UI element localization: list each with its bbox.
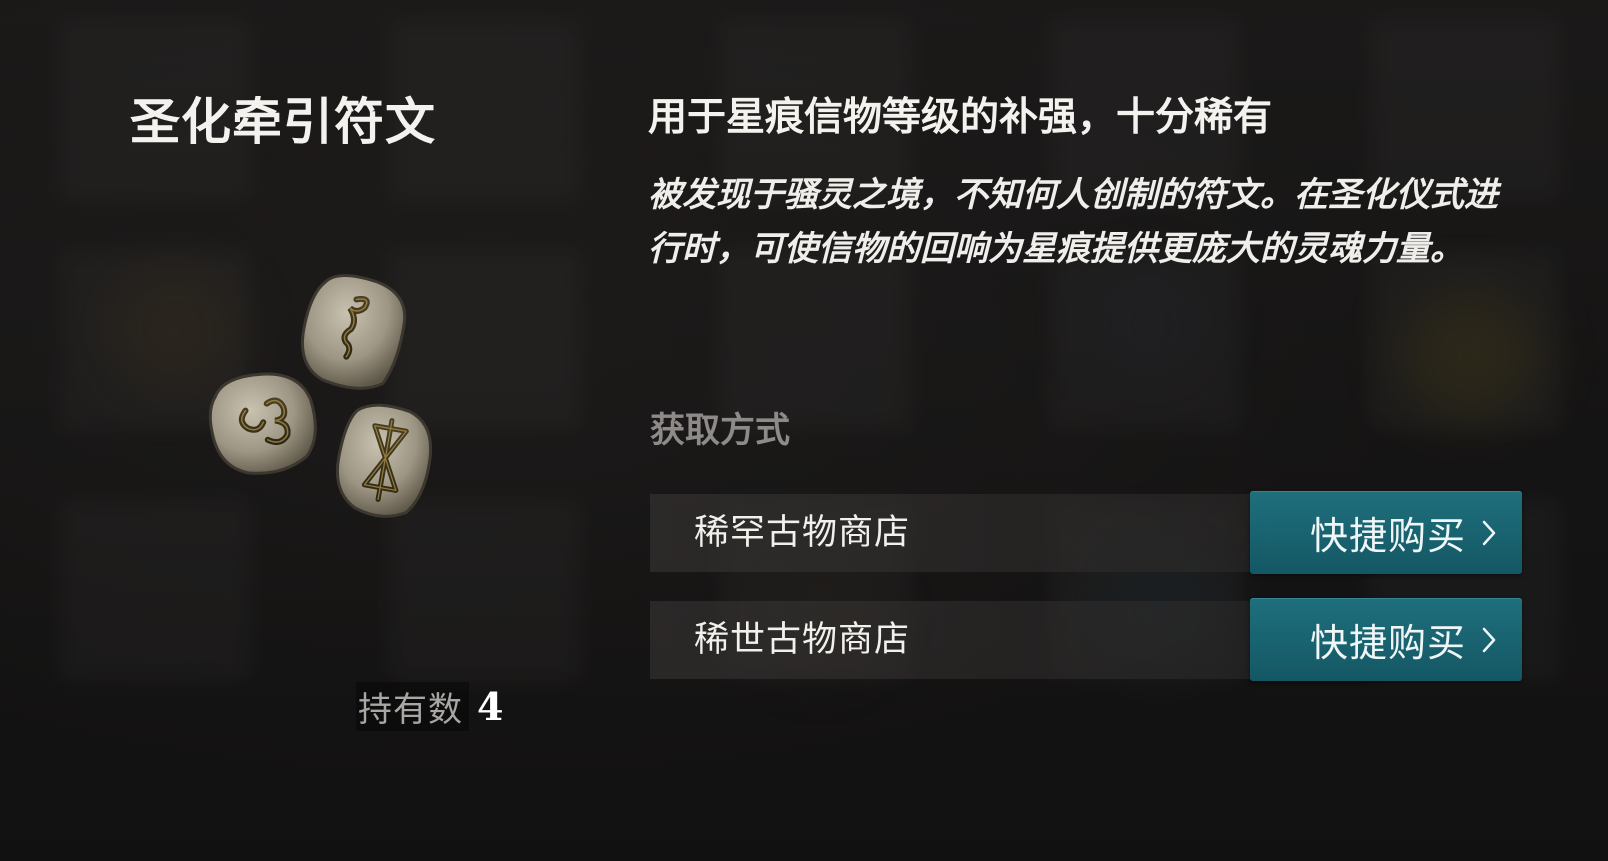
acquire-heading: 获取方式 [650,410,791,451]
chevron-right-icon [1482,520,1496,545]
owned-label: 持有数 [356,681,469,731]
rune-stones-icon [208,274,433,518]
source-name: 稀世古物商店 [694,620,911,660]
source-name: 稀罕古物商店 [694,513,911,553]
item-description: 被发现于骚灵之境，不知何人创制的符文。在圣化仪式进行时，可使信物的回响为星痕提供… [648,175,1498,269]
chevron-right-icon [1482,627,1496,652]
quick-buy-button[interactable]: 快捷购买 [1250,598,1522,681]
quick-buy-label: 快捷购买 [1309,621,1466,665]
acquire-source-row: 稀罕古物商店 快捷购买 [650,491,1522,574]
owned-count-display: 持有数 4 [356,681,504,731]
quick-buy-label: 快捷购买 [1309,514,1466,558]
item-summary: 用于星痕信物等级的补强，十分稀有 [648,94,1273,140]
acquire-source-row: 稀世古物商店 快捷购买 [650,598,1522,681]
owned-count: 4 [477,683,504,729]
quick-buy-button[interactable]: 快捷购买 [1250,491,1522,574]
item-title: 圣化牵引符文 [130,92,436,151]
